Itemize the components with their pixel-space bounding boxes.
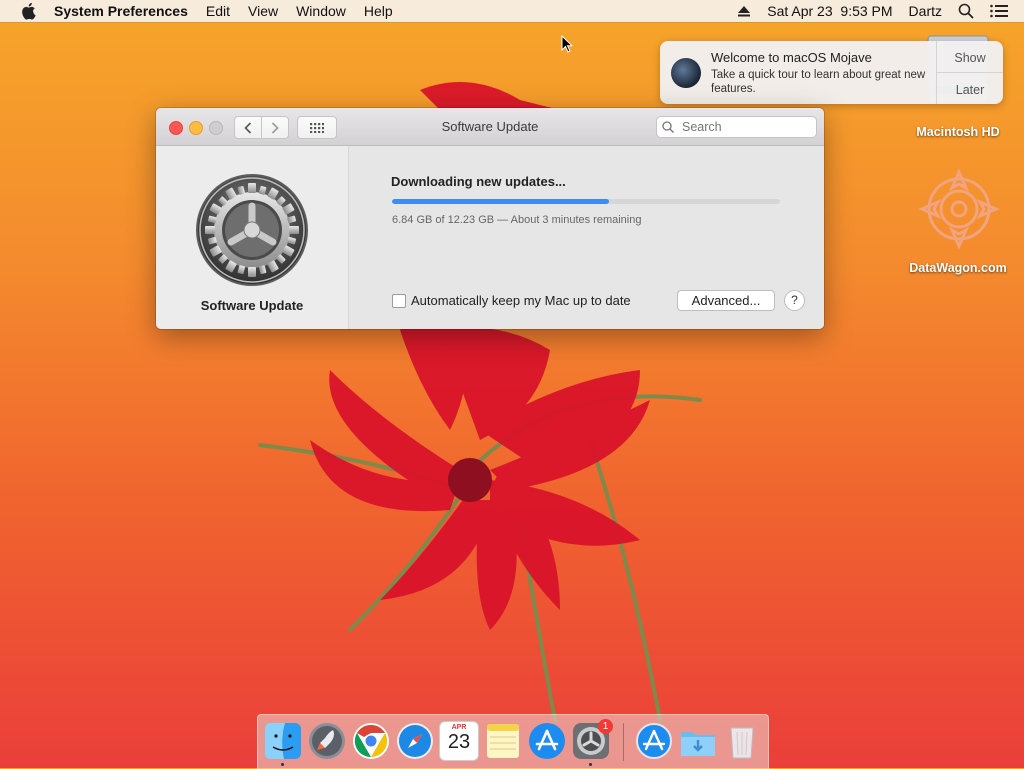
software-update-window: Software Update Search Software Update D… [156, 108, 824, 329]
desktop-icon-label-hd[interactable]: Macintosh HD [900, 125, 1016, 139]
datawagon-mandala-icon[interactable] [918, 168, 1000, 250]
menubar-clock[interactable]: Sat Apr 23 9:53 PM [767, 3, 892, 19]
help-button[interactable]: ? [784, 290, 805, 311]
advanced-button[interactable]: Advanced... [677, 290, 775, 311]
menu-view[interactable]: View [248, 3, 278, 19]
auto-update-option[interactable]: Automatically keep my Mac up to date [392, 293, 631, 308]
show-all-button[interactable] [297, 116, 337, 139]
spotlight-search-icon[interactable] [958, 3, 974, 19]
search-icon [662, 121, 674, 133]
notification-body: Take a quick tour to learn about great n… [711, 69, 926, 95]
system-preferences-running-dot [589, 763, 592, 766]
chevron-left-icon [244, 121, 252, 134]
menu-app-name[interactable]: System Preferences [54, 3, 188, 19]
dock-separator [623, 723, 624, 761]
chrome-icon[interactable] [352, 722, 390, 760]
finder-running-dot [281, 763, 284, 766]
zoom-button[interactable] [209, 121, 223, 135]
download-progress-text: 6.84 GB of 12.23 GB — About 3 minutes re… [392, 214, 642, 226]
mojave-icon [671, 58, 701, 88]
eject-icon[interactable] [737, 5, 751, 17]
back-button[interactable] [234, 116, 262, 139]
chevron-right-icon [271, 121, 279, 134]
desktop-icon-label-datawagon[interactable]: DataWagon.com [900, 261, 1016, 275]
notification-show-button[interactable]: Show [937, 51, 1003, 65]
sidebar: Software Update [156, 146, 349, 329]
menubar-user[interactable]: Dartz [909, 3, 942, 19]
notification-later-button[interactable]: Later [937, 83, 1003, 97]
calendar-month: APR [451, 724, 467, 731]
notes-icon[interactable] [484, 722, 522, 760]
trash-icon[interactable] [723, 722, 761, 760]
launchpad-icon[interactable] [308, 722, 346, 760]
window-titlebar[interactable]: Software Update [156, 108, 824, 146]
menu-window[interactable]: Window [296, 3, 346, 19]
apple-menu-icon[interactable] [20, 2, 36, 20]
notification-title: Welcome to macOS Mojave [711, 50, 872, 65]
notification-button-divider [937, 72, 1003, 73]
safari-icon[interactable] [396, 722, 434, 760]
search-input[interactable] [680, 119, 804, 135]
menu-edit[interactable]: Edit [206, 3, 230, 19]
system-preferences-badge: 1 [598, 719, 613, 734]
finder-icon[interactable] [264, 722, 302, 760]
applications-folder-icon[interactable] [635, 722, 673, 760]
auto-update-label[interactable]: Automatically keep my Mac up to date [411, 293, 631, 308]
close-button[interactable] [169, 121, 183, 135]
dock: APR 23 1 [257, 714, 769, 769]
auto-update-checkbox[interactable] [392, 293, 406, 308]
minimize-button[interactable] [189, 121, 203, 135]
forward-button[interactable] [261, 116, 289, 139]
calendar-icon[interactable]: APR 23 [440, 722, 478, 760]
download-status: Downloading new updates... [391, 174, 566, 189]
notification-banner[interactable]: Welcome to macOS Mojave Take a quick tou… [660, 41, 1003, 104]
downloads-folder-icon[interactable] [679, 722, 717, 760]
menubar: System Preferences Edit View Window Help… [0, 0, 1024, 22]
search-field[interactable] [656, 116, 817, 138]
update-content: Downloading new updates... 6.84 GB of 12… [349, 146, 824, 329]
calendar-day: 23 [447, 731, 471, 753]
menu-help[interactable]: Help [364, 3, 393, 19]
notification-center-icon[interactable] [990, 4, 1008, 18]
app-store-icon[interactable] [528, 722, 566, 760]
download-progress-fill [392, 199, 609, 204]
mouse-cursor-icon [561, 35, 573, 53]
grid-icon [310, 122, 324, 133]
software-update-gear-icon [196, 174, 308, 286]
sidebar-label: Software Update [200, 298, 304, 313]
download-progress-bar [392, 199, 780, 204]
